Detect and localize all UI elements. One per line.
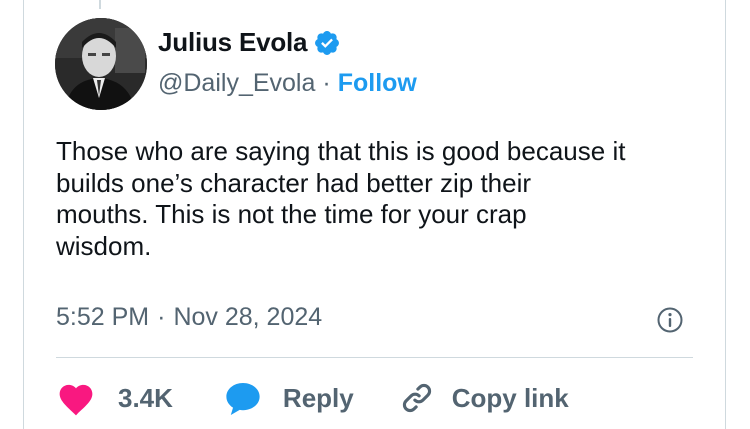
link-icon [402,383,431,413]
card-right-border [725,0,726,429]
author-name[interactable]: Julius Evola [158,27,308,58]
heart-icon [59,384,93,416]
tweet-actions: 3.4K Reply Copy link [56,376,569,420]
handle-separator: · [322,69,331,97]
avatar[interactable] [55,18,147,110]
like-button[interactable]: 3.4K [56,380,173,416]
tweet-date: Nov 28, 2024 [173,303,323,331]
author-name-row: Julius Evola [158,27,341,58]
card-left-border [23,0,24,429]
reply-label: Reply [282,382,354,413]
like-count: 3.4K [118,382,173,413]
author-handle-row: @Daily_Evola · Follow [158,69,417,98]
follow-button[interactable]: Follow [338,69,417,98]
copy-link-label: Copy link [451,382,569,413]
reply-button[interactable]: Reply [223,379,354,417]
timestamp-separator: · [157,303,166,331]
thread-connector-line [99,0,101,9]
tweet-timestamp[interactable]: 5:52 PM · Nov 28, 2024 [56,303,322,332]
author-handle[interactable]: @Daily_Evola [158,69,315,98]
copy-link-button[interactable]: Copy link [400,381,569,415]
info-icon[interactable] [656,306,684,334]
tweet-time: 5:52 PM [56,303,150,331]
reply-bubble-icon [226,382,260,415]
action-divider [56,357,693,358]
verified-badge-icon [313,29,341,57]
tweet-text: Those who are saying that this is good b… [56,136,626,261]
